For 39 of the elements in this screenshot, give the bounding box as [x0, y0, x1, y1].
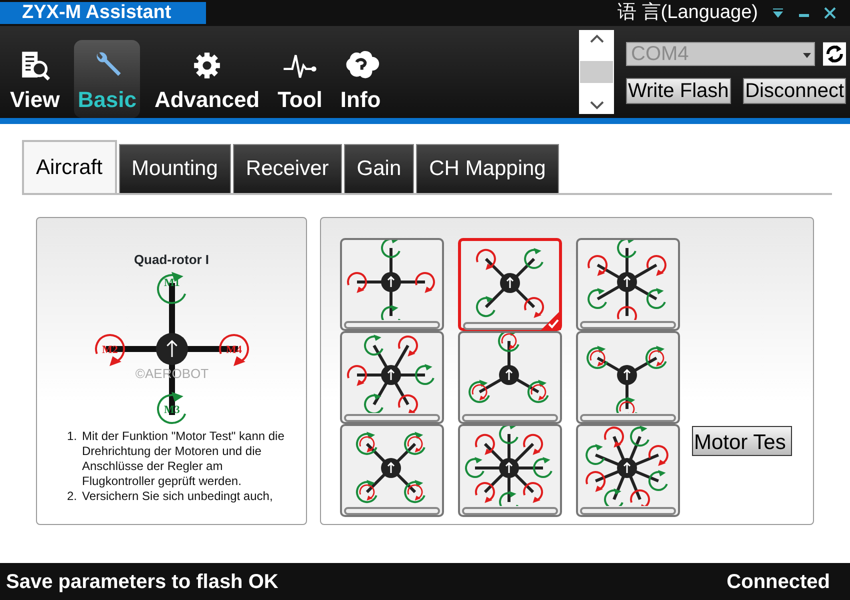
- instruction-text: Mit der Funktion "Motor Test" kann die Drehrichtung der Motoren und die Anschlüsse der Regler am Flugkontroller geprüft werden.: [82, 429, 286, 489]
- dropdown-icon[interactable]: [772, 8, 784, 18]
- tab[interactable]: Receiver: [232, 144, 342, 192]
- list-number: 1.: [66, 429, 77, 445]
- frame-option[interactable]: [458, 238, 562, 330]
- close-icon[interactable]: [824, 7, 836, 19]
- frame-option[interactable]: [458, 330, 562, 424]
- nav-tab[interactable]: Info: [336, 40, 385, 118]
- nav-tab[interactable]: Advanced: [150, 40, 264, 118]
- frame-option[interactable]: [340, 330, 444, 424]
- tab[interactable]: Mounting: [118, 144, 231, 192]
- multirotor-drawing: [356, 431, 426, 503]
- frame-option[interactable]: [576, 330, 680, 424]
- frame-title: Quad-rotor I: [134, 250, 210, 268]
- language-menu[interactable]: 语 言(Language): [618, 0, 758, 28]
- nav-tab[interactable]: Tool: [274, 40, 326, 118]
- nav-tab[interactable]: View: [6, 40, 64, 118]
- frame-option[interactable]: [340, 424, 444, 516]
- refresh-icon[interactable]: [822, 42, 846, 66]
- frame-option[interactable]: [576, 424, 680, 516]
- list-number: 2.: [66, 489, 77, 504]
- scroll-bar[interactable]: [579, 30, 614, 114]
- frame-option[interactable]: [458, 424, 562, 516]
- action-button[interactable]: Write Flash: [626, 78, 731, 104]
- check-icon: [541, 310, 561, 330]
- tab[interactable]: CH Mapping: [416, 144, 559, 192]
- frame-option[interactable]: [340, 238, 444, 330]
- instruction-text: Versichern Sie sich unbedingt auch,: [82, 489, 273, 504]
- frame-option[interactable]: [576, 238, 680, 330]
- window-title: ZYX-M Assistant: [0, 2, 206, 24]
- nav-tab[interactable]: Basic: [74, 40, 140, 118]
- tab[interactable]: Gain: [344, 144, 414, 192]
- motor-test-button[interactable]: Motor Tes: [692, 426, 792, 456]
- connection-status: Connected: [726, 570, 830, 594]
- tab[interactable]: Aircraft: [22, 140, 117, 192]
- status-message: Save parameters to flash OK: [6, 570, 278, 594]
- multirotor-drawing: [476, 247, 544, 318]
- action-button[interactable]: Disconnect: [743, 78, 846, 104]
- motor-label: M1: [164, 277, 180, 289]
